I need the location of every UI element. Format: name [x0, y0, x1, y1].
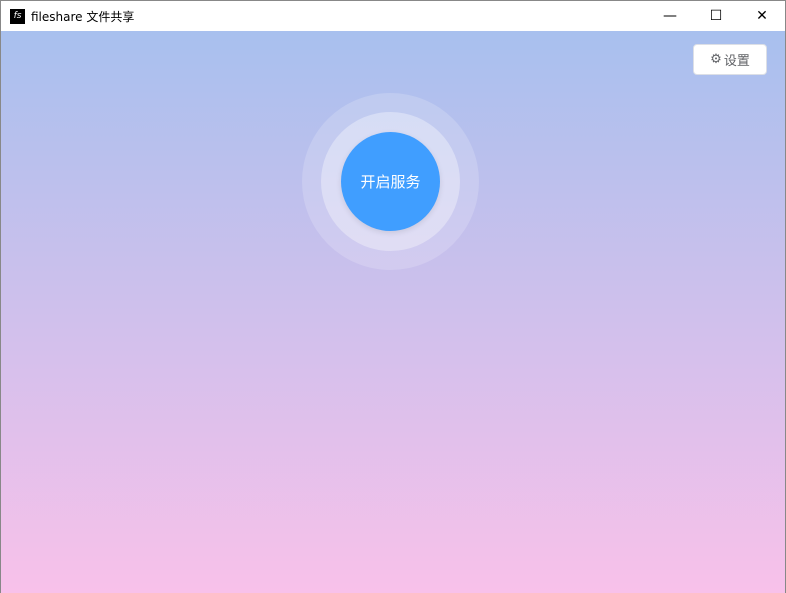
window-title: fileshare 文件共享 — [31, 9, 135, 24]
start-service-button[interactable]: 开启服务 — [341, 132, 440, 231]
settings-button[interactable]: ⚙ 设置 — [693, 44, 767, 75]
minimize-button[interactable]: — — [647, 1, 693, 31]
app-icon: fs — [10, 8, 25, 24]
settings-label: 设置 — [723, 54, 750, 69]
start-service-label: 开启服务 — [360, 173, 421, 191]
main-area: ⚙ 设置 开启服务 — [1, 31, 785, 593]
title-bar: fs fileshare 文件共享 — ☐ ✕ — [1, 1, 785, 31]
close-button[interactable]: ✕ — [739, 1, 785, 31]
gear-icon: ⚙ — [710, 52, 722, 67]
maximize-button[interactable]: ☐ — [693, 1, 739, 31]
